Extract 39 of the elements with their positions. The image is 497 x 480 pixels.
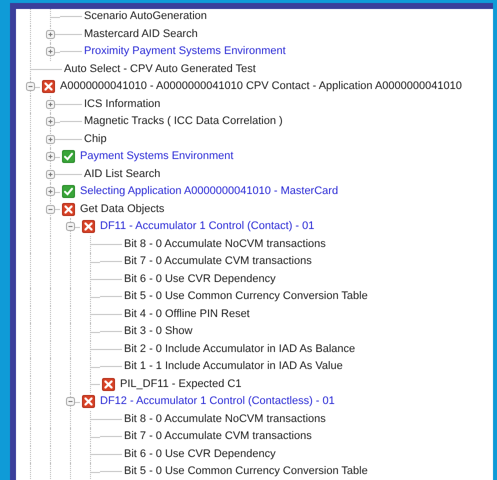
expand-icon[interactable] bbox=[46, 134, 54, 144]
tree-item-label[interactable]: DF12 - Accumulator 1 Control (Contactless) - 01 bbox=[98, 396, 335, 408]
tree-item-label[interactable]: Bit 6 - 0 Use CVR Dependency bbox=[122, 274, 276, 285]
tree-item-label[interactable]: DF11 - Accumulator 1 Control (Contact) - 01 bbox=[98, 221, 314, 232]
tree-item-label[interactable]: Bit 5 - 0 Use Common Currency Conversion Table bbox=[122, 466, 368, 478]
tree-item-label[interactable]: Bit 7 - 0 Accumulate CVM transactions bbox=[122, 431, 312, 442]
collapse-icon[interactable] bbox=[26, 82, 34, 92]
tree-item-label[interactable]: Selecting Application A0000000041010 - MasterCard bbox=[78, 186, 338, 198]
tree-item-label[interactable]: Bit 7 - 0 Accumulate CVM transactions bbox=[122, 256, 312, 268]
expand-icon[interactable] bbox=[46, 30, 54, 39]
tree-item-label[interactable]: Bit 6 - 0 Use CVR Dependency bbox=[122, 448, 276, 460]
collapse-icon[interactable] bbox=[66, 222, 74, 232]
tree-item-label[interactable]: Bit 2 - 0 Include Accumulator in IAD As Balance bbox=[122, 344, 356, 355]
expand-icon[interactable] bbox=[46, 100, 54, 109]
tree-item-label[interactable]: Bit 8 - 0 Accumulate NoCVM transactions bbox=[122, 238, 326, 250]
tree-item-label[interactable]: Payment Systems Environment bbox=[78, 151, 234, 162]
tree-item-label[interactable]: PIL_DF11 - Expected C1 bbox=[118, 378, 242, 390]
expand-icon[interactable] bbox=[46, 152, 54, 162]
expand-icon[interactable] bbox=[46, 117, 54, 126]
tree-item-label[interactable]: Magnetic Tracks ( ICC Data Correlation ) bbox=[82, 116, 283, 128]
collapse-icon[interactable] bbox=[46, 204, 54, 214]
tree-item-label[interactable]: Bit 1 - 1 Include Accumulator in IAD As Value bbox=[122, 361, 343, 372]
tree-item-label[interactable]: Get Data Objects bbox=[78, 204, 164, 215]
tree-item-label[interactable]: Bit 4 - 0 Offline PIN Reset bbox=[122, 308, 250, 320]
tree-item-label[interactable]: Bit 8 - 0 Accumulate NoCVM transactions bbox=[122, 414, 326, 425]
expand-icon[interactable] bbox=[46, 47, 54, 56]
tree-item-label[interactable]: Auto Select - CPV Auto Generated Test bbox=[62, 64, 256, 75]
collapse-icon[interactable] bbox=[66, 397, 74, 406]
tree-item-label[interactable]: Scenario AutoGeneration bbox=[82, 11, 207, 22]
tree-item-label[interactable]: Bit 3 - 0 Show bbox=[122, 326, 192, 338]
tree-item-label[interactable]: AID List Search bbox=[82, 168, 160, 180]
tree-item-label[interactable]: A0000000041010 - A0000000041010 CPV Contact - Application A0000000041010 bbox=[58, 81, 462, 92]
expand-icon[interactable] bbox=[46, 170, 54, 179]
tree-item-label[interactable]: Mastercard AID Search bbox=[82, 28, 198, 40]
tree-item-label[interactable]: Proximity Payment Systems Environment bbox=[82, 46, 286, 58]
expand-icon[interactable] bbox=[46, 187, 54, 196]
tree-item-label[interactable]: ICS Information bbox=[82, 98, 160, 110]
tree-item-label[interactable]: Bit 5 - 0 Use Common Currency Conversion Table bbox=[122, 291, 368, 302]
tree-item-label[interactable]: Chip bbox=[82, 134, 107, 145]
